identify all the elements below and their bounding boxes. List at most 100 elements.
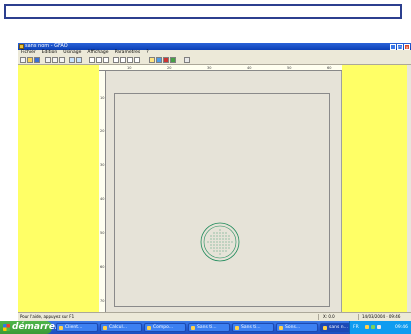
pad-dot — [213, 247, 215, 249]
copy-icon[interactable] — [52, 57, 58, 63]
calc-icon[interactable] — [170, 57, 176, 63]
tray-security-icon[interactable] — [371, 325, 375, 329]
minimize-button[interactable]: _ — [390, 43, 396, 50]
pad-dot — [219, 232, 221, 234]
tray-network-icon[interactable] — [365, 325, 369, 329]
status-help: Pour l'aide, appuyez sur F1 — [20, 314, 75, 319]
pad-dot — [210, 241, 212, 243]
pad-dot — [216, 232, 218, 234]
zoom-window-icon[interactable] — [103, 57, 109, 63]
task-label: Client... — [65, 325, 83, 330]
pad-dot — [222, 244, 224, 246]
pad-dot — [210, 244, 212, 246]
taskbar: démarrer Client... Calcul... Compo... Sans … — [0, 321, 411, 334]
pad-dot — [216, 241, 218, 243]
toolbar — [18, 56, 411, 65]
task-label: sans n... — [329, 325, 348, 330]
task-app-icon — [279, 326, 283, 330]
taskbar-task[interactable]: Sans ti... — [188, 323, 230, 332]
taskbar-task[interactable]: Compo... — [144, 323, 186, 332]
task-label: Compo... — [153, 325, 174, 330]
start-button[interactable]: démarrer — [0, 321, 59, 334]
new-icon[interactable] — [20, 57, 26, 63]
top-banner-box — [4, 4, 402, 19]
cut-icon[interactable] — [45, 57, 51, 63]
pad-dot — [225, 238, 227, 240]
pad-dot — [213, 235, 215, 237]
redo-icon[interactable] — [76, 57, 82, 63]
open-icon[interactable] — [27, 57, 33, 63]
pad-dot — [213, 244, 215, 246]
pad-dot — [228, 241, 230, 243]
paste-icon[interactable] — [59, 57, 65, 63]
title-bar[interactable]: sans nom - GFAO _ □ ✕ — [18, 43, 411, 50]
workspace[interactable]: 10 20 30 40 50 60 10 20 30 40 50 60 70 — [18, 65, 411, 312]
tray-volume-icon[interactable] — [377, 325, 381, 329]
pad-dot — [216, 250, 218, 252]
pad-dot — [222, 232, 224, 234]
pad-dot — [213, 238, 215, 240]
start-label: démarrer — [12, 322, 60, 332]
zoom-in-icon[interactable] — [89, 57, 95, 63]
status-bar: Pour l'aide, appuyez sur F1 X: 0.0 14/03… — [18, 312, 411, 321]
pad-dot — [216, 244, 218, 246]
app-icon[interactable] — [19, 44, 24, 49]
vertical-scrollbar[interactable] — [407, 65, 411, 312]
zoom-all-icon[interactable] — [113, 57, 119, 63]
status-coords: X: 0.0 — [323, 314, 335, 319]
maximize-button[interactable]: □ — [397, 43, 403, 50]
status-datetime: 14/03/2004 · 09:46 — [362, 314, 401, 319]
taskbar-task[interactable]: Calcul... — [100, 323, 142, 332]
draw-icon[interactable] — [149, 57, 155, 63]
pad-dot — [213, 241, 215, 243]
print-icon[interactable] — [156, 57, 162, 63]
pad-dot — [225, 244, 227, 246]
tray-clock: 09:46 — [395, 325, 408, 330]
zoom-out-icon[interactable] — [96, 57, 102, 63]
pad-dot — [219, 253, 221, 255]
pad-dot — [228, 235, 230, 237]
pad-dot — [219, 235, 221, 237]
task-app-icon — [235, 326, 239, 330]
pad-dot — [228, 247, 230, 249]
taskbar-task[interactable]: Sans ti... — [232, 323, 274, 332]
component-pads — [207, 229, 233, 255]
pad-dot — [228, 238, 230, 240]
pad-dot — [213, 250, 215, 252]
pad-dot — [219, 238, 221, 240]
pad-dot — [222, 250, 224, 252]
pad-dot — [213, 232, 215, 234]
save-icon[interactable] — [34, 57, 40, 63]
snap-icon[interactable] — [134, 57, 140, 63]
pad-dot — [219, 229, 221, 231]
task-label: Sans ti... — [197, 325, 217, 330]
pad-dot — [225, 241, 227, 243]
task-app-icon — [191, 326, 195, 330]
taskbar-task[interactable]: Client... — [56, 323, 98, 332]
status-divider — [358, 314, 359, 320]
pad-dot — [210, 235, 212, 237]
pad-dot — [231, 241, 233, 243]
pad-dot — [222, 247, 224, 249]
pad-dot — [216, 238, 218, 240]
app-window: sans nom - GFAO _ □ ✕ Fichier Edition Us… — [18, 43, 411, 321]
pad-dot — [222, 235, 224, 237]
task-app-icon — [59, 326, 63, 330]
help-icon[interactable] — [184, 57, 190, 63]
tray-language[interactable]: FR — [353, 321, 359, 334]
system-tray: FR 09:46 — [349, 321, 411, 334]
taskbar-task[interactable]: Sons... — [276, 323, 318, 332]
close-button[interactable]: ✕ — [404, 43, 410, 50]
pad-dot — [222, 238, 224, 240]
grid-icon[interactable] — [127, 57, 133, 63]
pad-dot — [219, 244, 221, 246]
pad-dot — [225, 250, 227, 252]
undo-icon[interactable] — [69, 57, 75, 63]
measure-icon[interactable] — [163, 57, 169, 63]
pan-icon[interactable] — [120, 57, 126, 63]
pad-dot — [216, 235, 218, 237]
window-title: sans nom - GFAO — [25, 43, 68, 49]
task-label: Sons... — [285, 325, 301, 330]
component-drawing[interactable] — [18, 65, 411, 312]
pad-dot — [219, 247, 221, 249]
